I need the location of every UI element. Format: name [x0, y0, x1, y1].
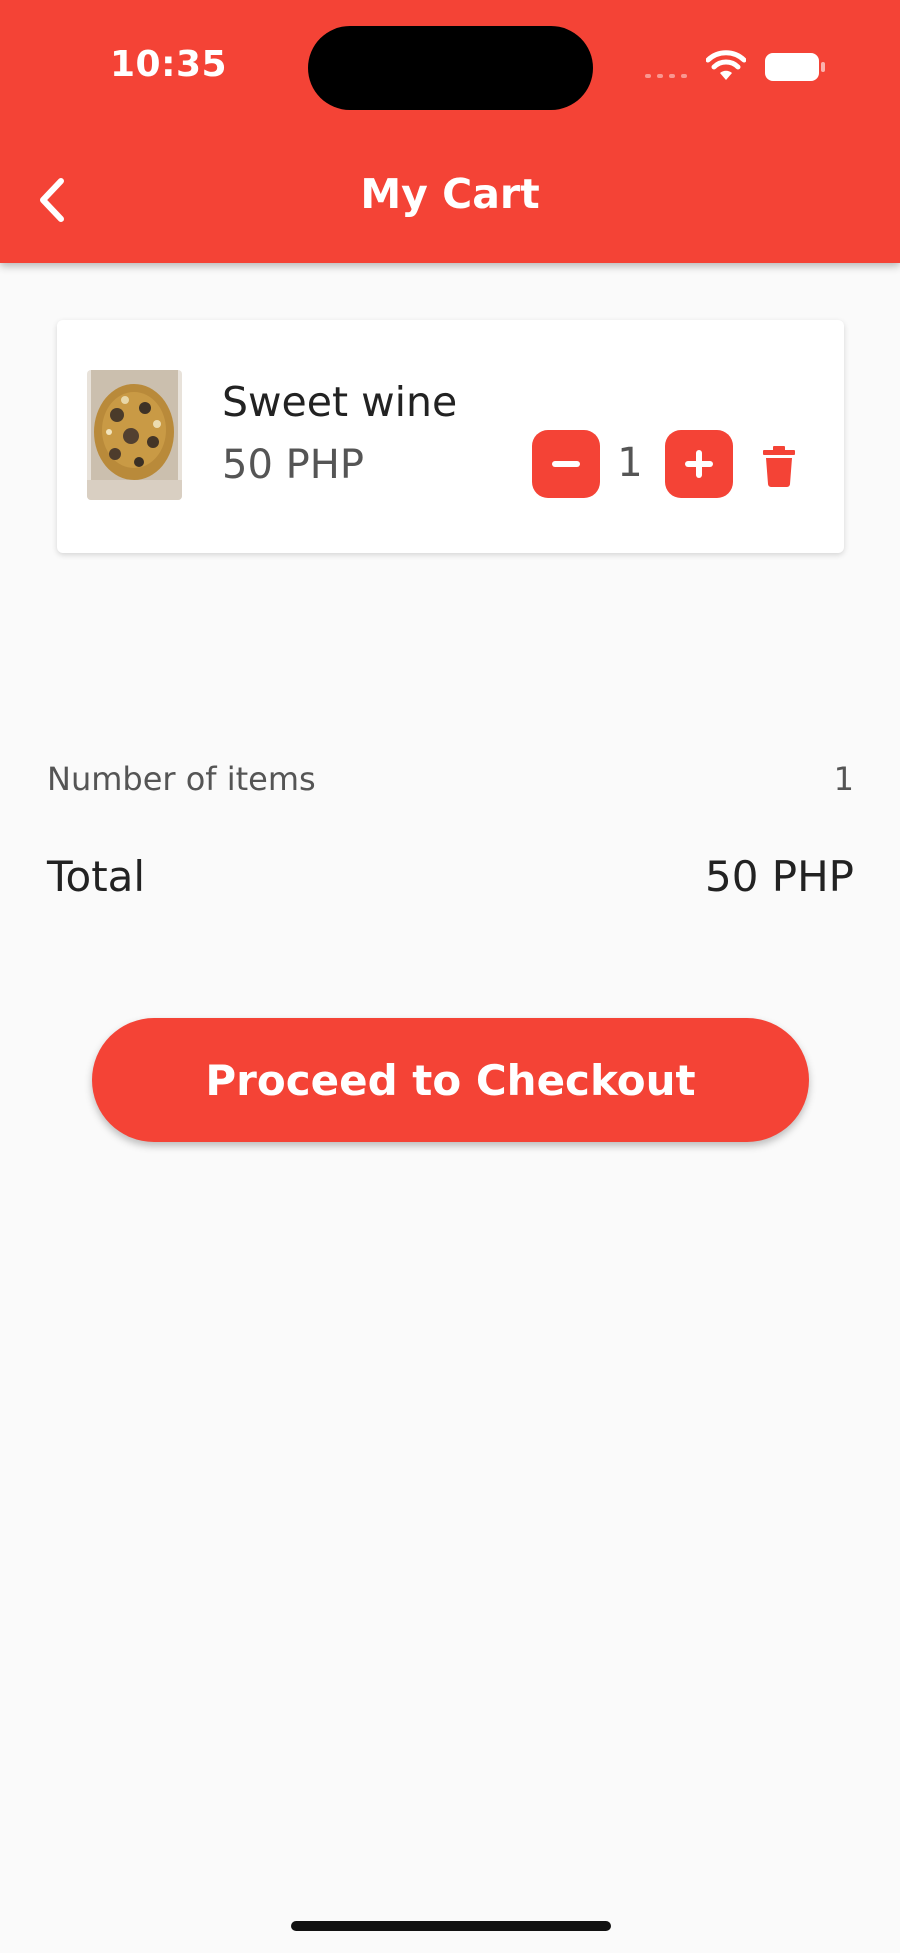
- status-time: 10:35: [110, 44, 228, 85]
- total-label: Total: [47, 852, 146, 901]
- items-count-label: Number of items: [47, 760, 316, 798]
- home-indicator[interactable]: [291, 1921, 611, 1931]
- item-price: 50 PHP: [222, 442, 364, 488]
- delete-item-button[interactable]: [754, 438, 804, 494]
- app-bar: 10:35 My Cart: [0, 0, 900, 263]
- dynamic-island: [308, 26, 593, 110]
- plus-icon: [685, 450, 713, 478]
- battery-icon: [765, 53, 825, 81]
- increase-quantity-button[interactable]: [665, 430, 733, 498]
- items-count-value: 1: [833, 760, 854, 798]
- cart-item-card: Sweet wine 50 PHP 1: [57, 320, 844, 553]
- proceed-to-checkout-button[interactable]: Proceed to Checkout: [92, 1018, 809, 1142]
- cart-screen: 10:35 My Cart Sweet wine 50 PHP 1 Number…: [0, 0, 900, 1953]
- minus-icon: [552, 461, 580, 467]
- cellular-signal-icon: [645, 74, 687, 78]
- wifi-icon: [706, 50, 746, 80]
- page-title: My Cart: [360, 170, 540, 218]
- trash-icon: [763, 446, 795, 487]
- total-value: 50 PHP: [704, 852, 854, 901]
- decrease-quantity-button[interactable]: [532, 430, 600, 498]
- product-thumbnail: [87, 370, 182, 500]
- item-name: Sweet wine: [222, 378, 458, 426]
- quantity-value: 1: [617, 440, 643, 486]
